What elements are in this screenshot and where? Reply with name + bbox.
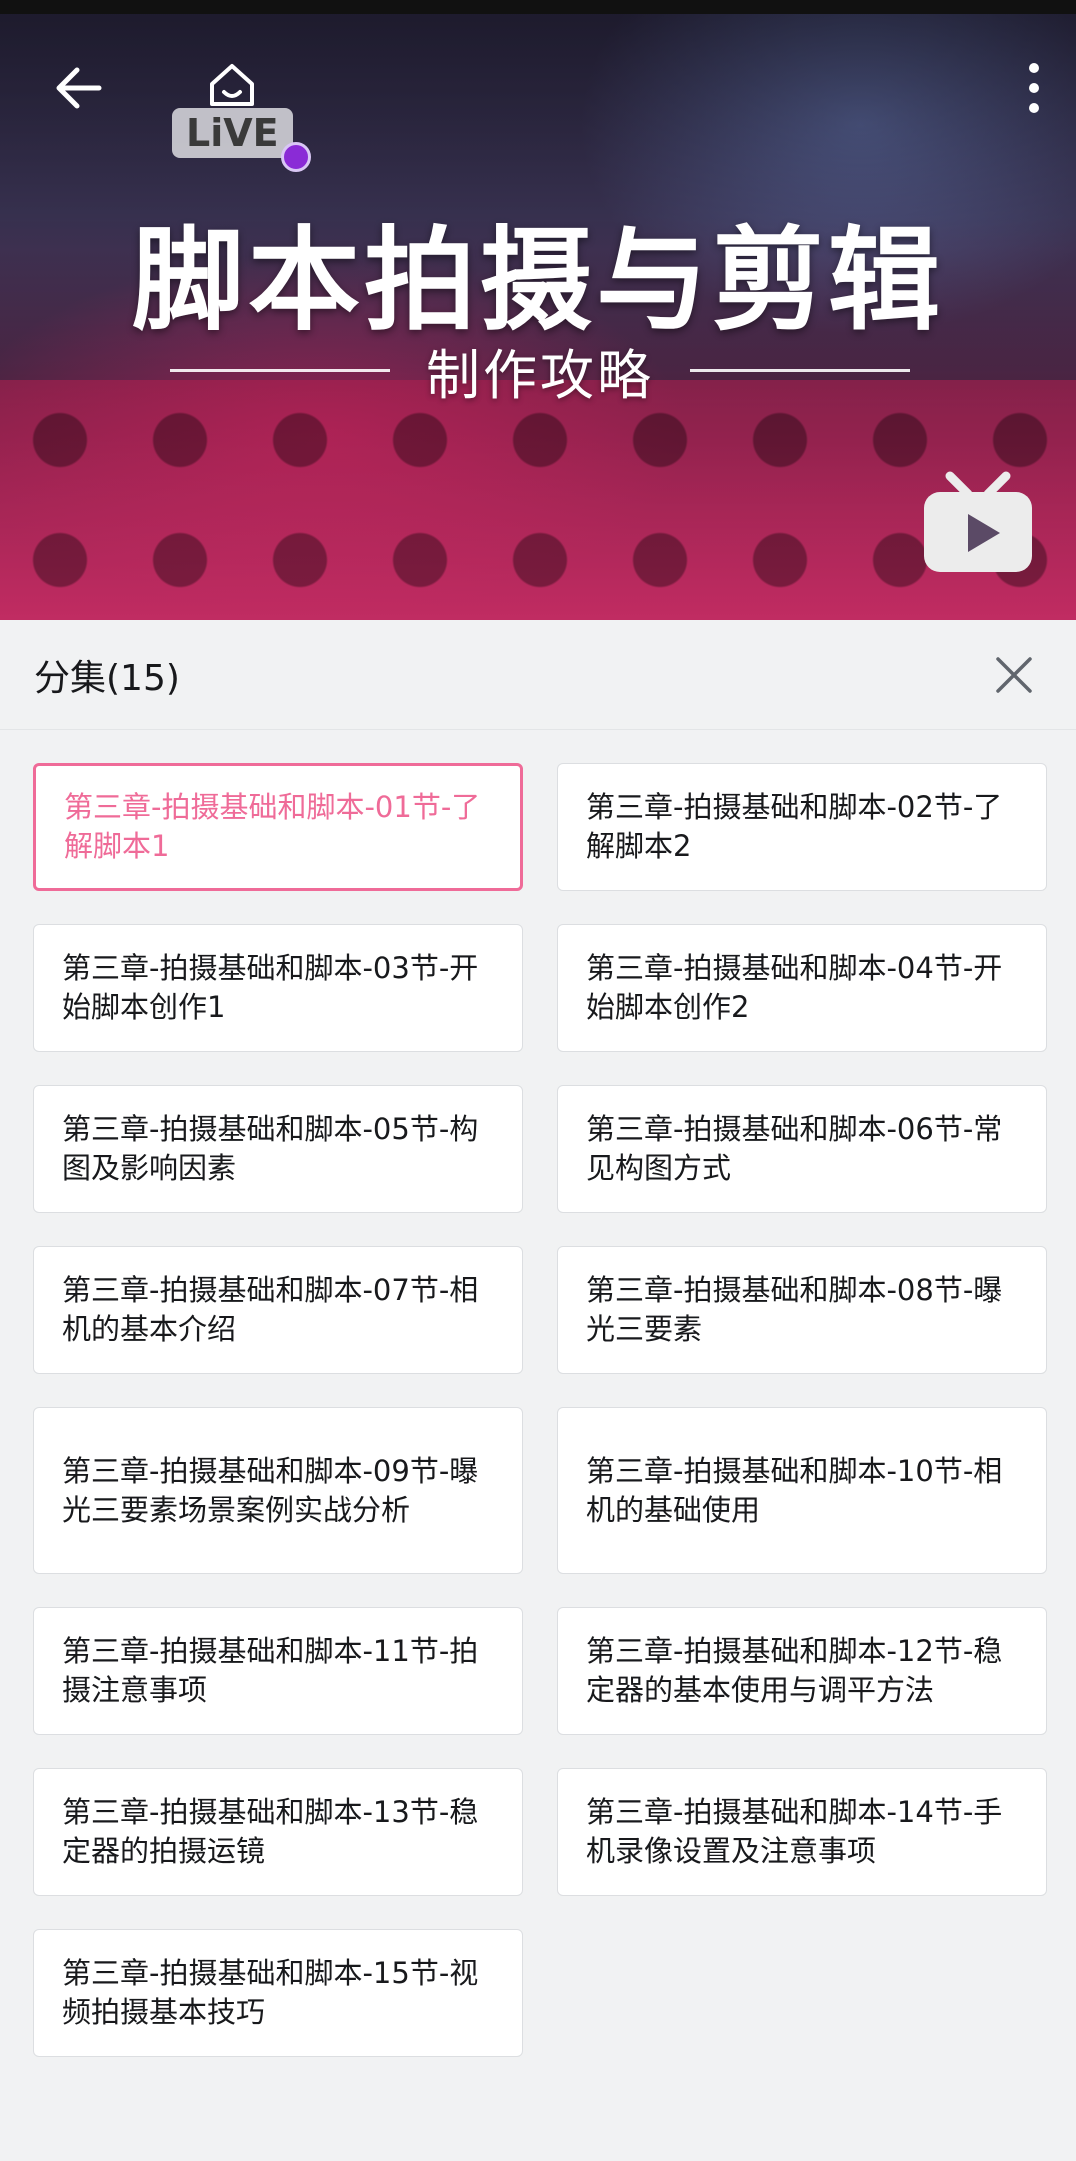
back-button[interactable] (46, 60, 110, 116)
live-badge: LiVE (172, 62, 311, 172)
live-badge-label: LiVE (172, 108, 311, 172)
episode-item[interactable]: 第三章-拍摄基础和脚本-14节-手机录像设置及注意事项 (557, 1768, 1047, 1896)
episode-item[interactable]: 第三章-拍摄基础和脚本-09节-曝光三要素场景案例实战分析 (33, 1407, 523, 1574)
episode-item[interactable]: 第三章-拍摄基础和脚本-12节-稳定器的基本使用与调平方法 (557, 1607, 1047, 1735)
divider-line (170, 368, 390, 372)
episode-label: 第三章-拍摄基础和脚本-13节-稳定器的拍摄运镜 (62, 1795, 479, 1868)
episode-label: 第三章-拍摄基础和脚本-14节-手机录像设置及注意事项 (586, 1795, 1003, 1868)
arrow-left-icon (56, 67, 102, 109)
bilibili-tv-icon (924, 471, 1032, 572)
episode-label: 第三章-拍摄基础和脚本-02节-了解脚本2 (586, 790, 1003, 863)
episode-label: 第三章-拍摄基础和脚本-11节-拍摄注意事项 (62, 1634, 479, 1707)
close-button[interactable] (986, 647, 1042, 703)
episode-panel-header: 分集(15) (0, 620, 1076, 730)
video-subtitle: 制作攻略 (426, 343, 654, 407)
episode-label: 第三章-拍摄基础和脚本-09节-曝光三要素场景案例实战分析 (62, 1453, 479, 1527)
episode-label: 第三章-拍摄基础和脚本-01节-了解脚本1 (64, 790, 481, 863)
close-icon (996, 656, 1032, 693)
episode-label: 第三章-拍摄基础和脚本-05节-构图及影响因素 (62, 1112, 479, 1185)
episode-item[interactable]: 第三章-拍摄基础和脚本-04节-开始脚本创作2 (557, 924, 1047, 1052)
episode-item[interactable]: 第三章-拍摄基础和脚本-06节-常见构图方式 (557, 1085, 1047, 1213)
episode-label: 第三章-拍摄基础和脚本-10节-相机的基础使用 (586, 1453, 1003, 1527)
video-title: 脚本拍摄与剪辑 (132, 216, 944, 346)
status-bar (0, 0, 1076, 14)
episode-label: 第三章-拍摄基础和脚本-07节-相机的基本介绍 (62, 1273, 479, 1346)
divider-line (690, 368, 910, 372)
live-play-dot (280, 142, 311, 172)
episode-panel-title: 分集(15) (34, 657, 180, 699)
video-player[interactable]: LiVE 脚本拍摄与剪辑 制作攻略 (0, 0, 1076, 620)
episode-label: 第三章-拍摄基础和脚本-08节-曝光三要素 (586, 1273, 1003, 1346)
episode-item[interactable]: 第三章-拍摄基础和脚本-15节-视频拍摄基本技巧 (33, 1929, 523, 2057)
episode-item[interactable]: 第三章-拍摄基础和脚本-11节-拍摄注意事项 (33, 1607, 523, 1735)
episode-item[interactable]: 第三章-拍摄基础和脚本-05节-构图及影响因素 (33, 1085, 523, 1213)
episode-item[interactable]: 第三章-拍摄基础和脚本-13节-稳定器的拍摄运镜 (33, 1768, 523, 1896)
episode-item-active[interactable]: 第三章-拍摄基础和脚本-01节-了解脚本1 (33, 763, 523, 891)
episode-panel: 分集(15) 第三章-拍摄基础和脚本-01节-了解脚本1 第三章-拍摄基础和脚本… (0, 620, 1076, 2161)
episode-item[interactable]: 第三章-拍摄基础和脚本-02节-了解脚本2 (557, 763, 1047, 891)
episode-item[interactable]: 第三章-拍摄基础和脚本-08节-曝光三要素 (557, 1246, 1047, 1374)
more-button[interactable] (1014, 58, 1054, 118)
episode-label: 第三章-拍摄基础和脚本-03节-开始脚本创作1 (62, 951, 479, 1024)
episode-item[interactable]: 第三章-拍摄基础和脚本-10节-相机的基础使用 (557, 1407, 1047, 1574)
episode-label: 第三章-拍摄基础和脚本-15节-视频拍摄基本技巧 (62, 1956, 479, 2029)
episode-label: 第三章-拍摄基础和脚本-04节-开始脚本创作2 (586, 951, 1003, 1024)
video-subtitle-row: 制作攻略 (170, 335, 910, 407)
episode-item[interactable]: 第三章-拍摄基础和脚本-03节-开始脚本创作1 (33, 924, 523, 1052)
episode-grid: 第三章-拍摄基础和脚本-01节-了解脚本1 第三章-拍摄基础和脚本-02节-了解… (33, 763, 1049, 2057)
episode-item[interactable]: 第三章-拍摄基础和脚本-07节-相机的基本介绍 (33, 1246, 523, 1374)
episode-label: 第三章-拍摄基础和脚本-06节-常见构图方式 (586, 1112, 1003, 1185)
video-scene-counter (0, 380, 1076, 620)
more-vertical-icon (1029, 63, 1039, 113)
episode-label: 第三章-拍摄基础和脚本-12节-稳定器的基本使用与调平方法 (586, 1634, 1003, 1707)
home-icon (210, 64, 255, 106)
